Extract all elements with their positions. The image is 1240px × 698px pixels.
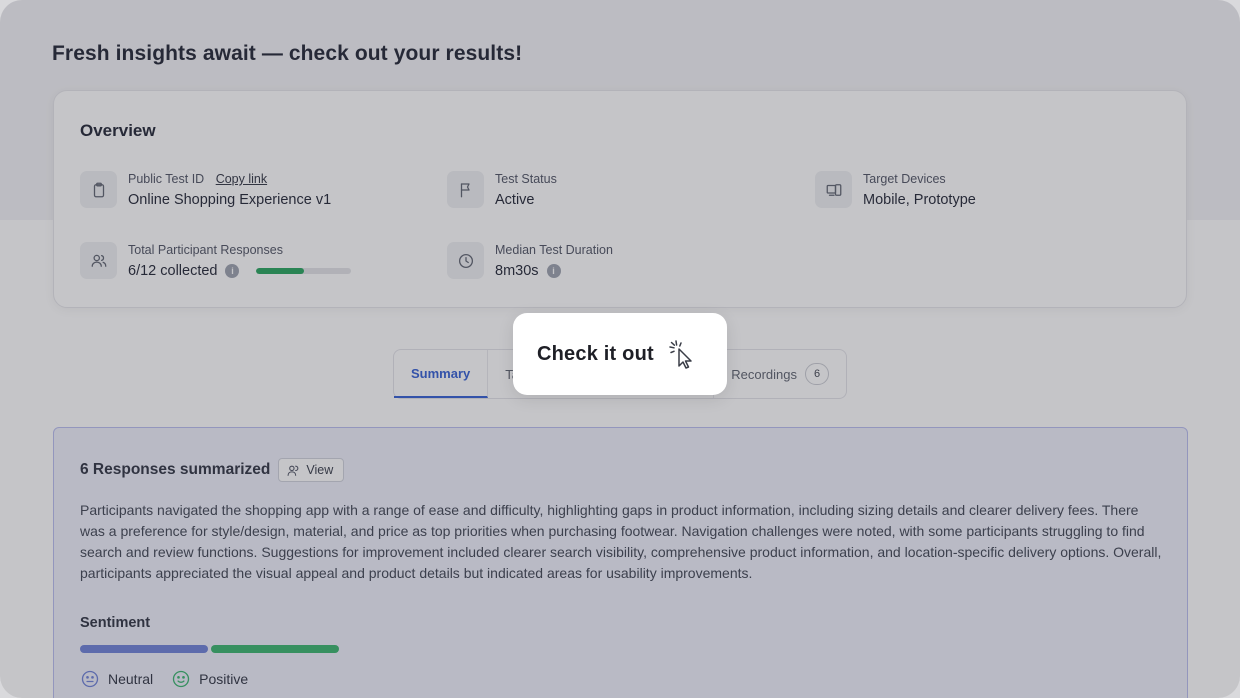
tab-summary[interactable]: Summary (394, 350, 489, 398)
neutral-face-icon (81, 670, 99, 688)
clipboard-icon (80, 171, 117, 208)
total-responses-label: Total Participant Responses (128, 243, 283, 257)
sentiment-segment-neutral (80, 645, 208, 653)
copy-link[interactable]: Copy link (216, 172, 267, 186)
summary-title: 6 Responses summarized (80, 461, 271, 478)
legend-positive-label: Positive (199, 671, 249, 687)
popup-label: Check it out (537, 342, 654, 365)
overview-card: Overview Public Test ID Copy link Online… (53, 90, 1187, 308)
users-icon (80, 242, 117, 279)
total-responses-value: 6/12 collected (128, 263, 218, 279)
tab-recordings-label: Recordings (731, 366, 797, 382)
median-duration-label: Median Test Duration (495, 243, 613, 257)
sentiment-segment-positive (211, 645, 339, 653)
check-it-out-popup[interactable]: Check it out (513, 313, 727, 395)
public-test-id-label: Public Test ID (128, 172, 205, 186)
flag-icon (447, 171, 484, 208)
responses-progress-bar (256, 268, 352, 274)
info-icon[interactable]: i (225, 264, 240, 278)
test-status-label: Test Status (495, 172, 557, 186)
summary-paragraph: Participants navigated the shopping app … (80, 502, 1162, 581)
tab-recordings[interactable]: Recordings 6 (714, 350, 846, 398)
app-window: Fresh insights await — check out your re… (0, 0, 1240, 698)
target-devices-value: Mobile, Prototype (863, 192, 976, 208)
stat-test-status: Test Status Active (447, 171, 557, 208)
overview-title: Overview (80, 121, 156, 140)
user-icon (287, 465, 299, 476)
target-devices-label: Target Devices (863, 172, 946, 186)
median-duration-value: 8m30s (495, 263, 539, 279)
view-button-label: View (306, 463, 334, 477)
stat-public-test-id: Public Test ID Copy link Online Shopping… (80, 171, 331, 208)
page-title: Fresh insights await — check out your re… (52, 42, 523, 65)
stat-total-responses: Total Participant Responses 6/12 collect… (80, 242, 352, 279)
info-icon[interactable]: i (546, 264, 561, 278)
sentiment-title: Sentiment (80, 615, 151, 631)
responses-progress-fill (256, 268, 304, 274)
stat-target-devices: Target Devices Mobile, Prototype (815, 171, 976, 208)
recordings-count-badge: 6 (805, 363, 829, 385)
sentiment-legend: Neutral Positive (80, 669, 266, 689)
clock-icon (447, 242, 484, 279)
legend-positive: Positive (171, 669, 248, 689)
test-status-value: Active (495, 192, 535, 208)
devices-icon (815, 171, 852, 208)
smile-face-icon (172, 670, 190, 688)
stat-median-duration: Median Test Duration 8m30s i (447, 242, 613, 279)
public-test-id-value: Online Shopping Experience v1 (128, 192, 332, 208)
legend-neutral-label: Neutral (108, 671, 154, 687)
sentiment-bar (80, 645, 342, 653)
summary-card: 6 Responses summarized View Participants… (53, 427, 1188, 698)
view-button[interactable]: View (278, 458, 345, 482)
click-cursor-icon (669, 340, 692, 369)
legend-neutral: Neutral (80, 669, 153, 689)
